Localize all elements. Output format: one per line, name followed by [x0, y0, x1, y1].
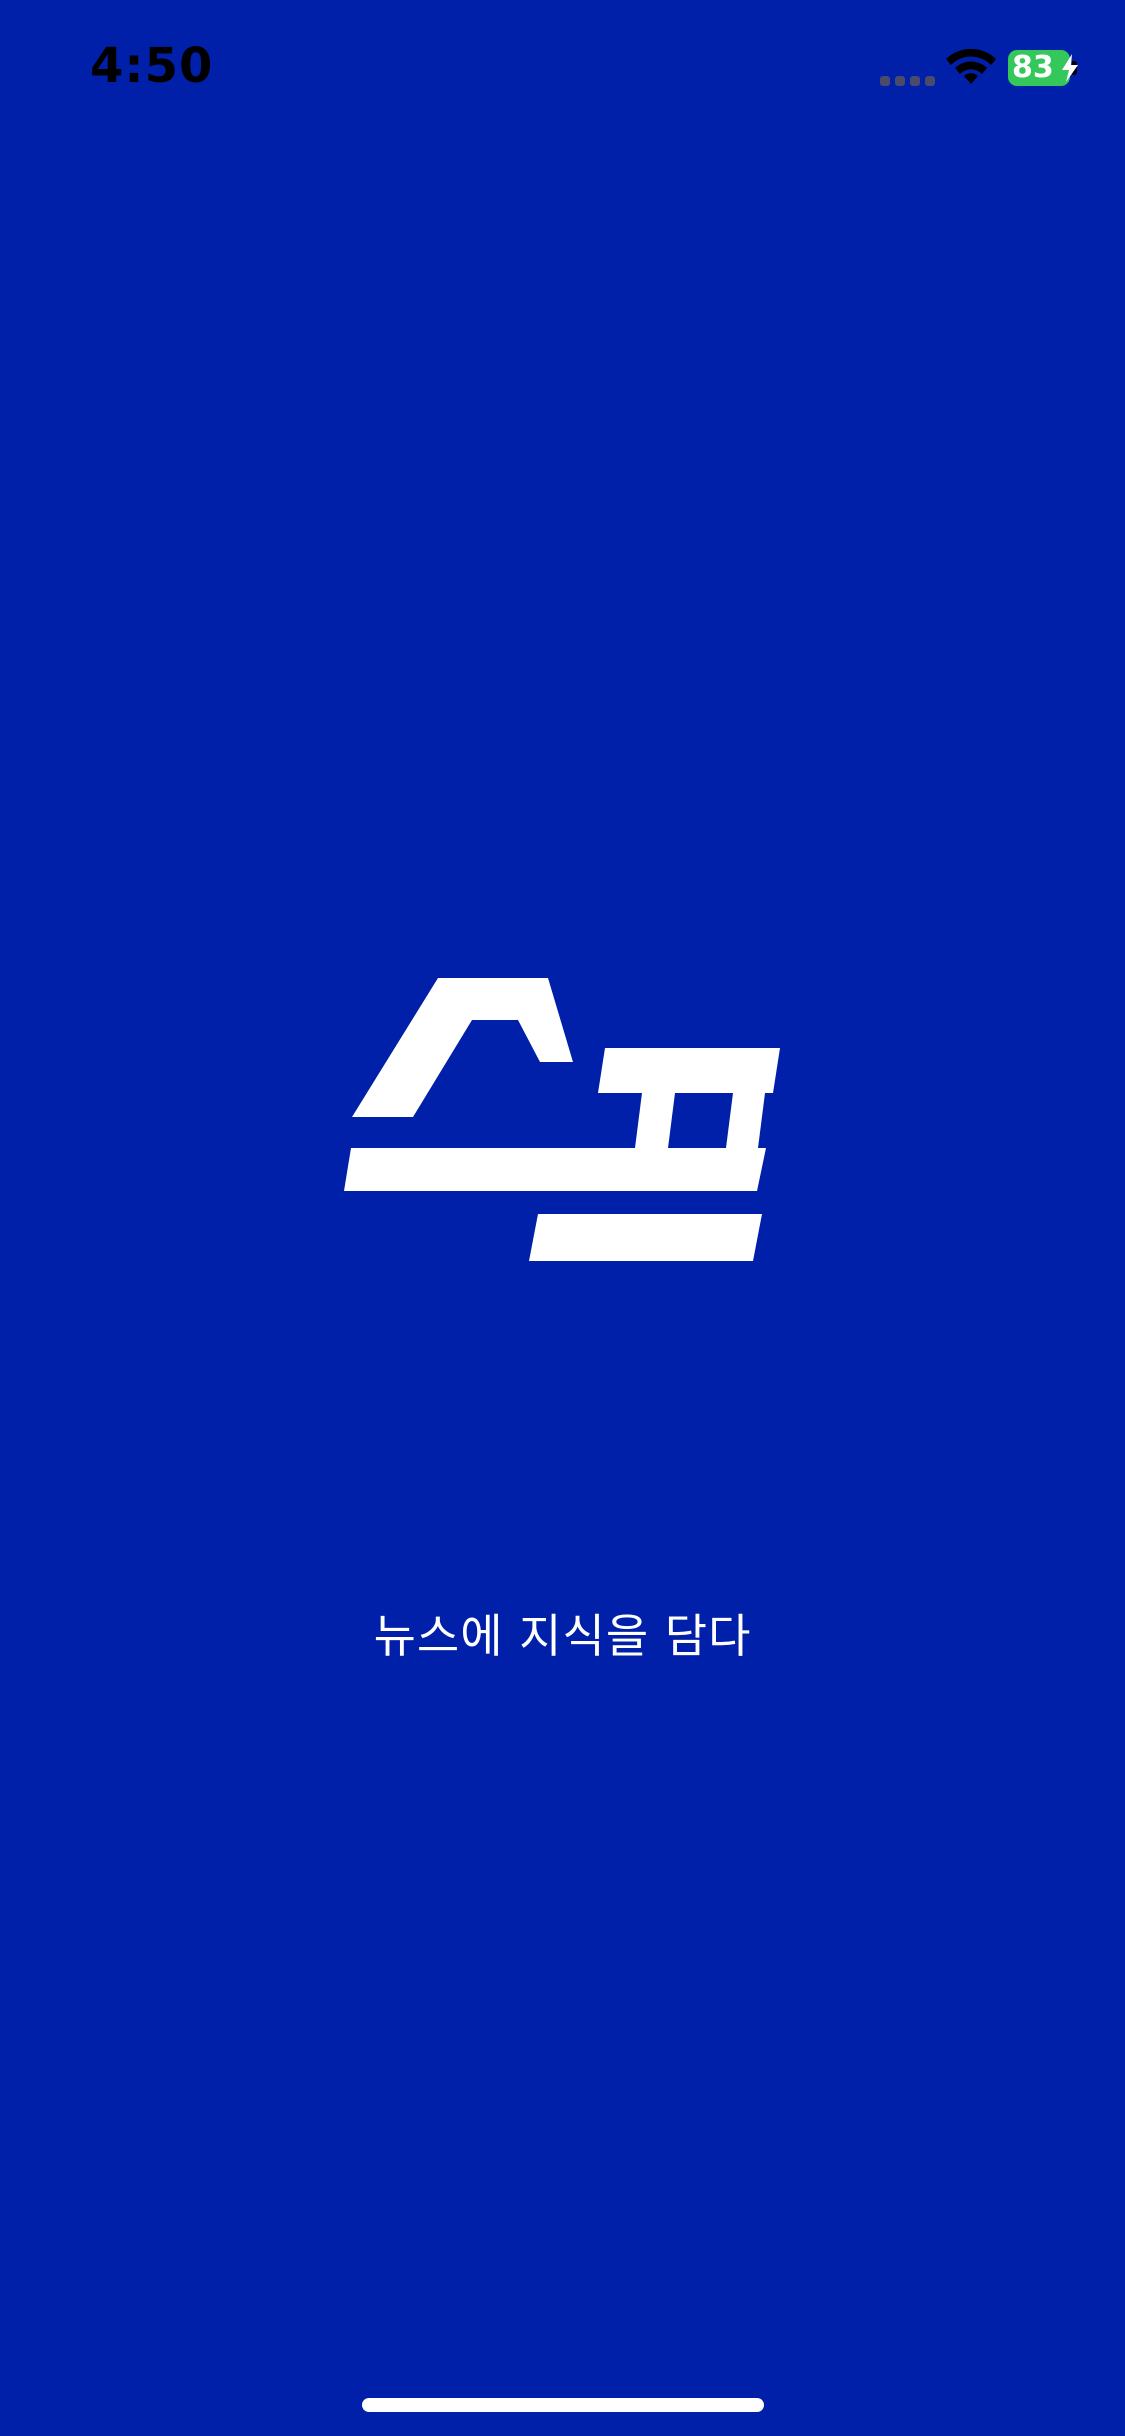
spo-logo-icon — [344, 978, 780, 1261]
battery-icon: 83 — [1008, 50, 1078, 86]
battery-level: 83 — [1012, 50, 1054, 85]
signal-icon — [880, 76, 935, 86]
tagline: 뉴스에 지식을 담다 — [373, 1609, 752, 1663]
wifi-icon — [946, 48, 996, 84]
status-bar: 4:50 83 — [0, 0, 1125, 140]
status-time: 4:50 — [90, 38, 214, 94]
home-indicator[interactable] — [362, 2398, 764, 2412]
charging-bolt-icon — [1062, 54, 1078, 82]
splash-screen: 4:50 83 뉴스에 지식을 담다 — [0, 0, 1125, 2436]
